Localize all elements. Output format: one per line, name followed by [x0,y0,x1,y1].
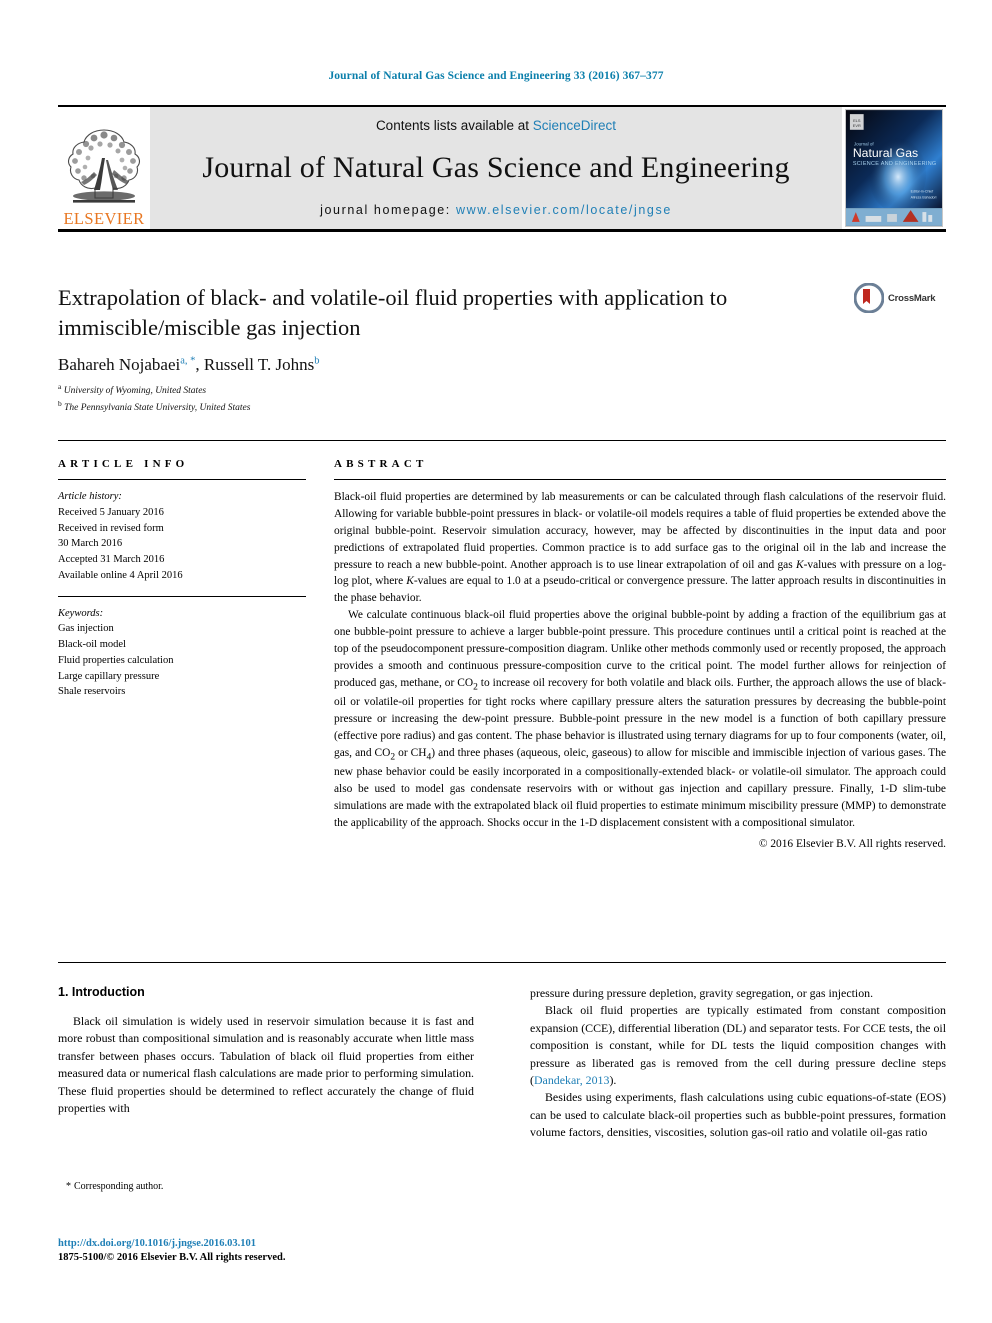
corresponding-author-footnote: * Corresponding author. [58,1181,474,1192]
crossmark-badge[interactable]: CrossMark [854,283,946,313]
masthead-center: Contents lists available at ScienceDirec… [150,107,842,229]
affiliation-b: b The Pennsylvania State University, Uni… [58,399,946,416]
affiliation-a: a University of Wyoming, United States [58,382,946,399]
doi-link[interactable]: http://dx.doi.org/10.1016/j.jngse.2016.0… [58,1237,558,1251]
body-column-right: pressure during pressure depletion, grav… [530,985,946,1141]
body-paragraph-citation: Black oil fluid properties are typically… [530,1003,946,1087]
homepage-prefix: journal homepage: [320,203,456,217]
corresponding-author-text: Corresponding author. [74,1181,164,1192]
article-history-title: Article history: [58,491,122,502]
body-columns: 1. Introduction Black oil simulation is … [58,985,946,1141]
contents-list-line: Contents lists available at ScienceDirec… [376,118,616,133]
page-title: Extrapolation of black- and volatile-oil… [58,285,728,340]
corresponding-author-mark: * [66,1181,71,1192]
author-1-marks: a, * [180,355,196,367]
keyword-item: Black-oil model [58,639,126,650]
journal-title: Journal of Natural Gas Science and Engin… [202,151,790,184]
author-name-1: Bahareh Nojabaei [58,355,181,375]
paper-page: Journal of Natural Gas Science and Engin… [0,0,992,1323]
abstract-body: Black-oil fluid properties are determine… [334,489,946,831]
affiliation-a-mark: a [58,382,62,392]
journal-cover: ELS EVR Journal of Natural Gas SCIENCE A… [842,107,946,229]
running-head: Journal of Natural Gas Science and Engin… [328,70,664,82]
elsevier-logo: ELSEVIER [58,107,150,229]
article-history-group: Article history: Received 5 January 2016… [58,489,306,584]
body-paragraph: pressure during pressure depletion, grav… [530,986,874,1000]
author-2-marks: b [314,355,320,367]
abstract-panel: ABSTRACT Black-oil fluid properties are … [334,458,946,850]
title-block: Extrapolation of black- and volatile-oil… [58,283,946,416]
author-name-2: Russell T. Johns [203,355,315,375]
keyword-item: Large capillary pressure [58,670,160,682]
abstract-paragraph: We calculate continuous black-oil fluid … [334,609,946,829]
contents-prefix: Contents lists available at [375,118,533,133]
journal-masthead: ELSEVIER Contents lists available at Sci… [58,105,946,232]
svg-text:EVR: EVR [853,123,861,128]
keywords-title: Keywords: [58,607,104,619]
crossmark-label: CrossMark [888,292,936,304]
crossmark-icon [854,283,884,313]
elsevier-wordmark: ELSEVIER [63,208,145,228]
svg-text:Editor-in-Chief: Editor-in-Chief [911,189,933,193]
sciencedirect-link[interactable]: ScienceDirect [533,118,616,133]
abstract-paragraph: Black-oil fluid properties are determine… [334,491,947,605]
page-footer: http://dx.doi.org/10.1016/j.jngse.2016.0… [58,1237,558,1265]
inline-citation-link[interactable]: Dandekar, 2013 [534,1073,609,1087]
journal-cover-image: ELS EVR Journal of Natural Gas SCIENCE A… [845,109,943,227]
journal-homepage-line: journal homepage: www.elsevier.com/locat… [320,203,672,217]
section-heading-introduction: 1. Introduction [58,985,145,999]
affiliation-b-text: The Pennsylvania State University, Unite… [64,403,251,414]
author-separator: , [195,355,204,375]
body-top-rule [58,962,946,963]
history-item: Available online 4 April 2016 [58,569,183,581]
masthead-bottom-rule [58,229,946,232]
article-info-separator [58,595,306,597]
body-paragraph: Black oil simulation is widely used in r… [58,1014,474,1115]
history-item: Received in revised form [58,522,164,534]
abstract-heading: ABSTRACT [334,458,428,470]
elsevier-tree-icon [64,124,144,210]
keyword-item: Gas injection [58,623,114,635]
body-paragraph: Besides using experiments, flash calcula… [530,1090,946,1139]
affiliation-a-text: University of Wyoming, United States [63,386,207,397]
homepage-url-link[interactable]: www.elsevier.com/locate/jngse [456,203,672,217]
svg-text:Natural Gas: Natural Gas [853,146,918,160]
keyword-item: Shale reservoirs [58,686,126,698]
affiliation-b-mark: b [58,399,62,409]
issn-copyright-line: 1875-5100/© 2016 Elsevier B.V. All right… [58,1252,286,1264]
history-item: Accepted 31 March 2016 [58,554,165,565]
affiliations: a University of Wyoming, United States b… [58,382,946,415]
author-list: Bahareh Nojabaeia, *, Russell T. Johnsb [58,355,946,375]
history-item: 30 March 2016 [58,538,123,550]
article-info-heading: ARTICLE INFO [58,458,189,470]
abstract-top-rule [58,440,946,441]
body-column-left: 1. Introduction Black oil simulation is … [58,985,474,1141]
article-info-panel: ARTICLE INFO Article history: Received 5… [58,458,306,700]
keyword-item: Fluid properties calculation [58,654,174,666]
svg-text:SCIENCE AND ENGINEERING: SCIENCE AND ENGINEERING [853,161,937,167]
history-item: Received 5 January 2016 [58,506,164,518]
svg-text:Alireza Bahadori: Alireza Bahadori [911,195,937,199]
abstract-rule [334,479,946,480]
article-info-rule [58,479,306,480]
keywords-group: Keywords: Gas injection Black-oil model … [58,606,306,701]
abstract-copyright: © 2016 Elsevier B.V. All rights reserved… [758,838,946,851]
